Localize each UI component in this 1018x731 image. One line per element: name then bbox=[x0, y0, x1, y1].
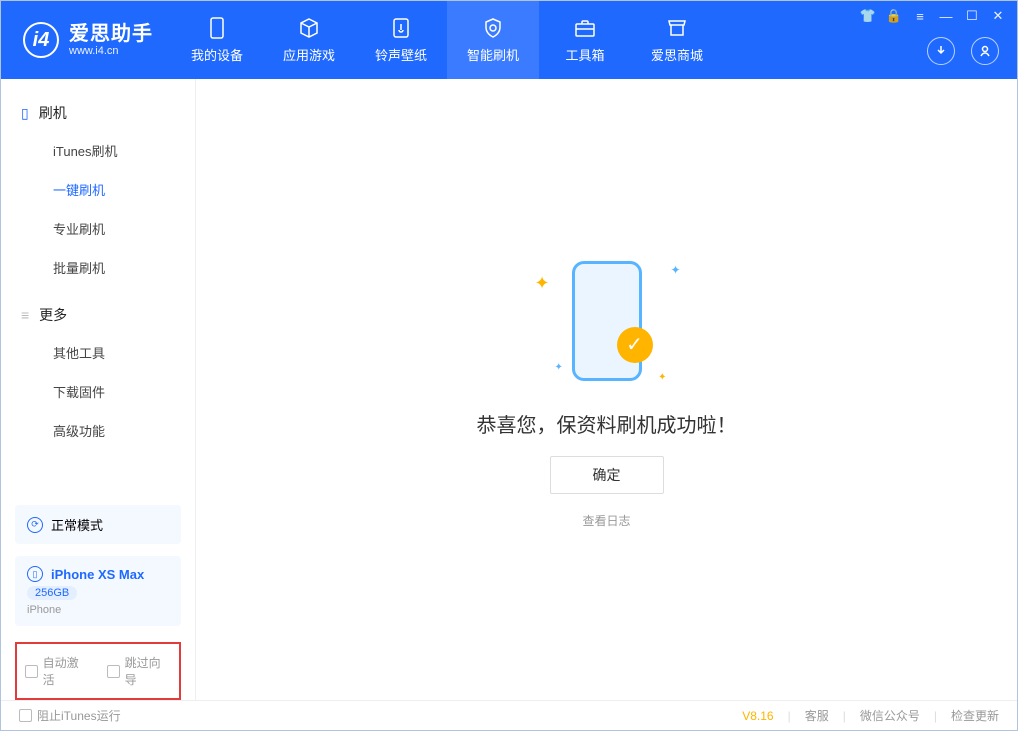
nav-ringtones[interactable]: 铃声壁纸 bbox=[355, 1, 447, 79]
check-update-link[interactable]: 检查更新 bbox=[951, 707, 999, 724]
success-illustration: ✦ ✦ ✦ ✦ ✓ bbox=[527, 251, 687, 391]
nav-apps-games[interactable]: 应用游戏 bbox=[263, 1, 355, 79]
window-controls: 👕 🔒 ≡ ― ☐ ✕ bbox=[859, 7, 1007, 25]
support-link[interactable]: 客服 bbox=[805, 707, 829, 724]
phone-icon: ▯ bbox=[21, 105, 29, 122]
sidebar-item-other-tools[interactable]: 其他工具 bbox=[1, 333, 195, 372]
refresh-shield-icon bbox=[482, 17, 504, 39]
lock-icon[interactable]: 🔒 bbox=[885, 7, 903, 25]
download-button[interactable] bbox=[927, 37, 955, 65]
device-card[interactable]: ▯ iPhone XS Max 256GB iPhone bbox=[15, 556, 181, 626]
sidebar-item-oneclick-flash[interactable]: 一键刷机 bbox=[1, 170, 195, 209]
highlighted-options: 自动激活 跳过向导 bbox=[15, 642, 181, 700]
sidebar: ▯ 刷机 iTunes刷机 一键刷机 专业刷机 批量刷机 ≡ 更多 其他工具 下… bbox=[1, 79, 196, 700]
sidebar-item-pro-flash[interactable]: 专业刷机 bbox=[1, 209, 195, 248]
sidebar-item-batch-flash[interactable]: 批量刷机 bbox=[1, 248, 195, 287]
main-nav: 我的设备 应用游戏 铃声壁纸 智能刷机 工具箱 爱思商城 bbox=[171, 1, 723, 79]
phone-small-icon: ▯ bbox=[27, 566, 43, 582]
music-file-icon bbox=[390, 17, 412, 39]
sidebar-item-itunes-flash[interactable]: iTunes刷机 bbox=[1, 131, 195, 170]
view-log-link[interactable]: 查看日志 bbox=[582, 512, 630, 529]
nav-toolbox[interactable]: 工具箱 bbox=[539, 1, 631, 79]
check-badge-icon: ✓ bbox=[617, 327, 653, 363]
main-content: ✦ ✦ ✦ ✦ ✓ 恭喜您，保资料刷机成功啦！ 确定 查看日志 bbox=[196, 79, 1017, 700]
sidebar-group-flash: ▯ 刷机 bbox=[1, 95, 195, 131]
device-type: iPhone bbox=[27, 604, 61, 616]
menu-icon[interactable]: ≡ bbox=[911, 7, 929, 25]
sidebar-item-download-firmware[interactable]: 下载固件 bbox=[1, 372, 195, 411]
close-button[interactable]: ✕ bbox=[989, 7, 1007, 25]
maximize-button[interactable]: ☐ bbox=[963, 7, 981, 25]
success-message: 恭喜您，保资料刷机成功啦！ bbox=[477, 409, 737, 438]
device-icon bbox=[206, 17, 228, 39]
cube-icon bbox=[298, 17, 320, 39]
checkbox-skip-guide[interactable]: 跳过向导 bbox=[107, 654, 171, 688]
store-icon bbox=[666, 17, 688, 39]
storage-badge: 256GB bbox=[27, 586, 77, 600]
device-name: iPhone XS Max bbox=[51, 567, 144, 582]
checkbox-block-itunes[interactable]: 阻止iTunes运行 bbox=[19, 707, 121, 724]
list-icon: ≡ bbox=[21, 307, 29, 323]
nav-smart-flash[interactable]: 智能刷机 bbox=[447, 1, 539, 79]
wechat-link[interactable]: 微信公众号 bbox=[860, 707, 920, 724]
app-url: www.i4.cn bbox=[69, 45, 153, 57]
nav-my-device[interactable]: 我的设备 bbox=[171, 1, 263, 79]
logo-icon: i4 bbox=[23, 22, 59, 58]
ok-button[interactable]: 确定 bbox=[550, 456, 664, 494]
logo[interactable]: i4 爱思助手 www.i4.cn bbox=[1, 22, 171, 58]
user-button[interactable] bbox=[971, 37, 999, 65]
phone-illustration-icon bbox=[572, 261, 642, 381]
toolbox-icon bbox=[574, 17, 596, 39]
mode-icon: ⟳ bbox=[27, 517, 43, 533]
minimize-button[interactable]: ― bbox=[937, 7, 955, 25]
nav-store[interactable]: 爱思商城 bbox=[631, 1, 723, 79]
mode-label: 正常模式 bbox=[51, 515, 103, 534]
sidebar-group-more: ≡ 更多 bbox=[1, 297, 195, 333]
shirt-icon[interactable]: 👕 bbox=[859, 7, 877, 25]
mode-card[interactable]: ⟳ 正常模式 bbox=[15, 505, 181, 544]
footer: 阻止iTunes运行 V8.16 | 客服 | 微信公众号 | 检查更新 bbox=[1, 700, 1017, 730]
sidebar-item-advanced[interactable]: 高级功能 bbox=[1, 411, 195, 450]
header: i4 爱思助手 www.i4.cn 我的设备 应用游戏 铃声壁纸 智能刷机 工具… bbox=[1, 1, 1017, 79]
header-actions bbox=[927, 37, 999, 65]
version-label: V8.16 bbox=[742, 709, 773, 723]
app-title: 爱思助手 bbox=[69, 23, 153, 45]
checkbox-auto-activate[interactable]: 自动激活 bbox=[25, 654, 89, 688]
